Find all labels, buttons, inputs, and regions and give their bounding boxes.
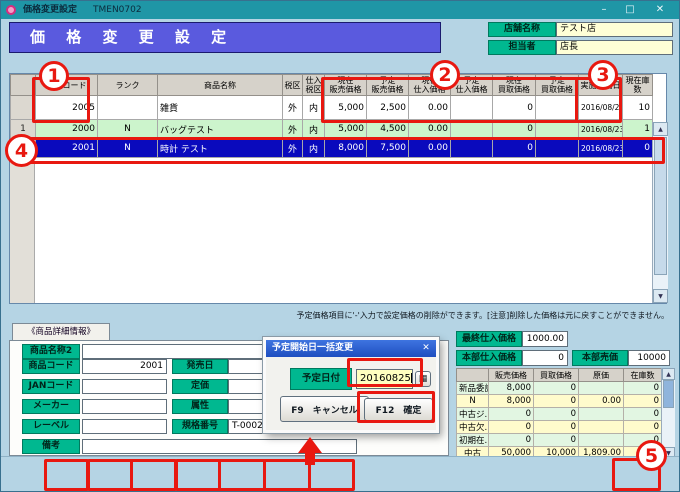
annotation-circle-2: 2: [430, 60, 460, 90]
annotation-circle-5: 5: [636, 440, 667, 471]
app-window: 価格変更設定 TMEN0702 – □ ✕ 価 格 変 更 設 定 店舗名称 テ…: [0, 0, 680, 492]
attribute-label: 属性: [172, 399, 228, 414]
annotation-circle-4: 4: [5, 134, 38, 167]
label-field[interactable]: [82, 419, 167, 434]
cancel-button[interactable]: F9 キャンセル: [280, 396, 369, 422]
rank-price-header-row: 販売価格 買取価格 原価 在庫数: [456, 368, 662, 382]
minimize-icon[interactable]: –: [593, 1, 615, 19]
screen-id: TMEN0702: [93, 5, 142, 15]
rank-price-table: 販売価格 買取価格 原価 在庫数 新品委託 8,000 0 0 N 8,000 …: [456, 368, 662, 460]
annotation-rect-f6: [218, 459, 266, 491]
table-row: 初期在.. 0 0 0: [456, 433, 662, 447]
jan-code-field[interactable]: [82, 379, 167, 394]
standard-no-label: 規格番号: [172, 419, 228, 434]
label-label: レーベル: [22, 419, 80, 434]
table-row: 中古ジ.. 0 0 0: [456, 407, 662, 421]
col-header-item-name: 商品名称: [157, 73, 283, 97]
pt-row-label: 中古欠..: [456, 420, 489, 434]
store-name-value: テスト店: [556, 22, 673, 37]
close-icon[interactable]: ✕: [649, 1, 671, 19]
col-header-tax: 税区: [282, 73, 303, 97]
planned-date-label: 予定日付: [290, 368, 352, 390]
release-date-label: 発売日: [172, 359, 228, 374]
scroll-up-icon[interactable]: ▲: [653, 122, 668, 136]
staff-value: 店長: [556, 40, 673, 55]
item-code-field[interactable]: 2001: [82, 359, 167, 374]
hq-purchase-price-value: 0: [522, 350, 568, 366]
row-header-strip: [10, 163, 35, 303]
pt-row-label: 中古ジ..: [456, 407, 489, 421]
table-row: 新品委託 8,000 0 0: [456, 381, 662, 395]
pt-row-label: 初期在..: [456, 433, 489, 447]
scroll-up-icon[interactable]: ▲: [662, 368, 675, 380]
page-title: 価 格 変 更 設 定: [9, 22, 441, 53]
dialog-title: 予定開始日一括変更: [266, 340, 436, 357]
app-icon: [6, 5, 16, 15]
entry-rank[interactable]: [97, 95, 158, 121]
scrollbar-thumb[interactable]: [663, 380, 674, 408]
pt-row-label: N: [456, 394, 489, 408]
maker-label: メーカー: [22, 399, 80, 414]
item-name2-label: 商品名称2: [22, 344, 80, 359]
maker-field[interactable]: [82, 399, 167, 414]
rank-corner-cell: [456, 368, 489, 382]
pt-header-buyback: 買取価格: [533, 368, 579, 382]
hint-text: 予定価格項目に'-'入力で設定価格の削除ができます。[注意]削除した価格は元に戻…: [296, 311, 669, 320]
annotation-rect-f8: [308, 459, 355, 491]
col-header-rank: ランク: [97, 73, 158, 97]
staff-label: 担当者: [488, 40, 556, 55]
annotation-rect-confirm-button: [357, 391, 435, 423]
col-header-stock: 現在庫数: [622, 73, 653, 97]
annotation-rect-f3: [87, 459, 133, 491]
entry-stock[interactable]: 10: [622, 95, 653, 121]
annotation-circle-3: 3: [588, 60, 618, 90]
list-price-label: 定価: [172, 379, 228, 394]
annotation-rect-f2: [44, 459, 89, 491]
tab-item-details[interactable]: 《商品詳細情報》: [12, 323, 110, 340]
annotation-rect-date-input: [347, 358, 423, 387]
scroll-down-icon[interactable]: ▼: [653, 289, 668, 303]
table-row: 中古欠.. 0 0 0: [456, 420, 662, 434]
jan-code-label: JANコード: [22, 379, 80, 394]
item-code-label: 商品コード: [22, 359, 80, 374]
final-purchase-price-value: 1000.00: [522, 331, 568, 347]
entry-item-name[interactable]: 雑貨: [157, 95, 283, 121]
title-bar: 価格変更設定 TMEN0702 – □ ✕: [1, 1, 679, 19]
store-name-label: 店舗名称: [488, 22, 556, 37]
pt-header-cost: 原価: [578, 368, 624, 382]
hq-sale-price-label: 本部売価: [572, 350, 628, 366]
entry-tax[interactable]: 外: [282, 95, 303, 121]
window-title: 価格変更設定: [23, 5, 78, 15]
final-purchase-price-label: 最終仕入価格: [456, 331, 522, 347]
remarks-label: 備考: [22, 439, 80, 454]
pt-header-sale: 販売価格: [488, 368, 534, 382]
dialog-close-icon[interactable]: ✕: [419, 342, 433, 355]
annotation-arrow-head: [298, 437, 322, 453]
annotation-rect-selected-row: [28, 137, 665, 164]
hq-sale-price-value: 10000: [628, 350, 670, 366]
pt-header-stock: 在庫数: [623, 368, 662, 382]
hq-purchase-price-label: 本部仕入価格: [456, 350, 522, 366]
annotation-rect-f5: [175, 459, 221, 491]
maximize-icon[interactable]: □: [619, 1, 641, 19]
annotation-rect-f4: [130, 459, 177, 491]
table-row: N 8,000 0 0.00 0: [456, 394, 662, 408]
annotation-rect-f7: [263, 459, 311, 491]
pt-row-label: 新品委託: [456, 381, 489, 395]
annotation-circle-1: 1: [39, 61, 69, 91]
